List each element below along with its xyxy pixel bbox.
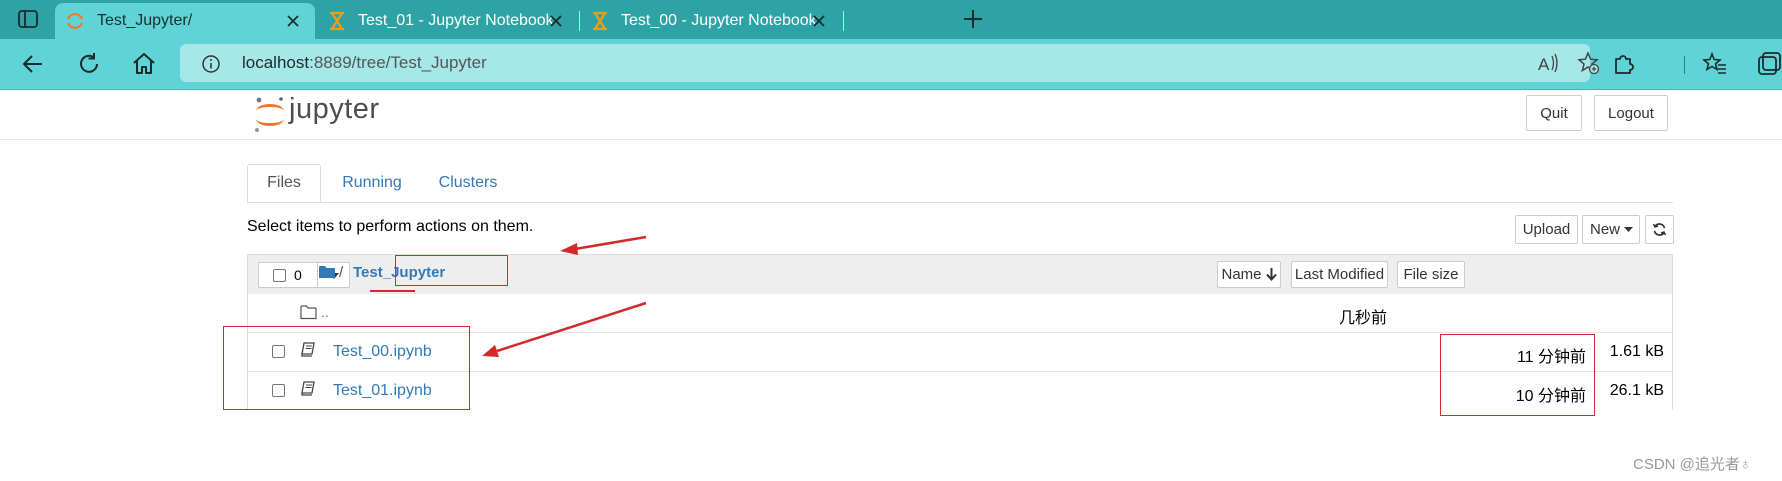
annotation-arrows	[370, 235, 647, 357]
csdn-watermark: CSDN @追光者♁	[1633, 456, 1752, 473]
